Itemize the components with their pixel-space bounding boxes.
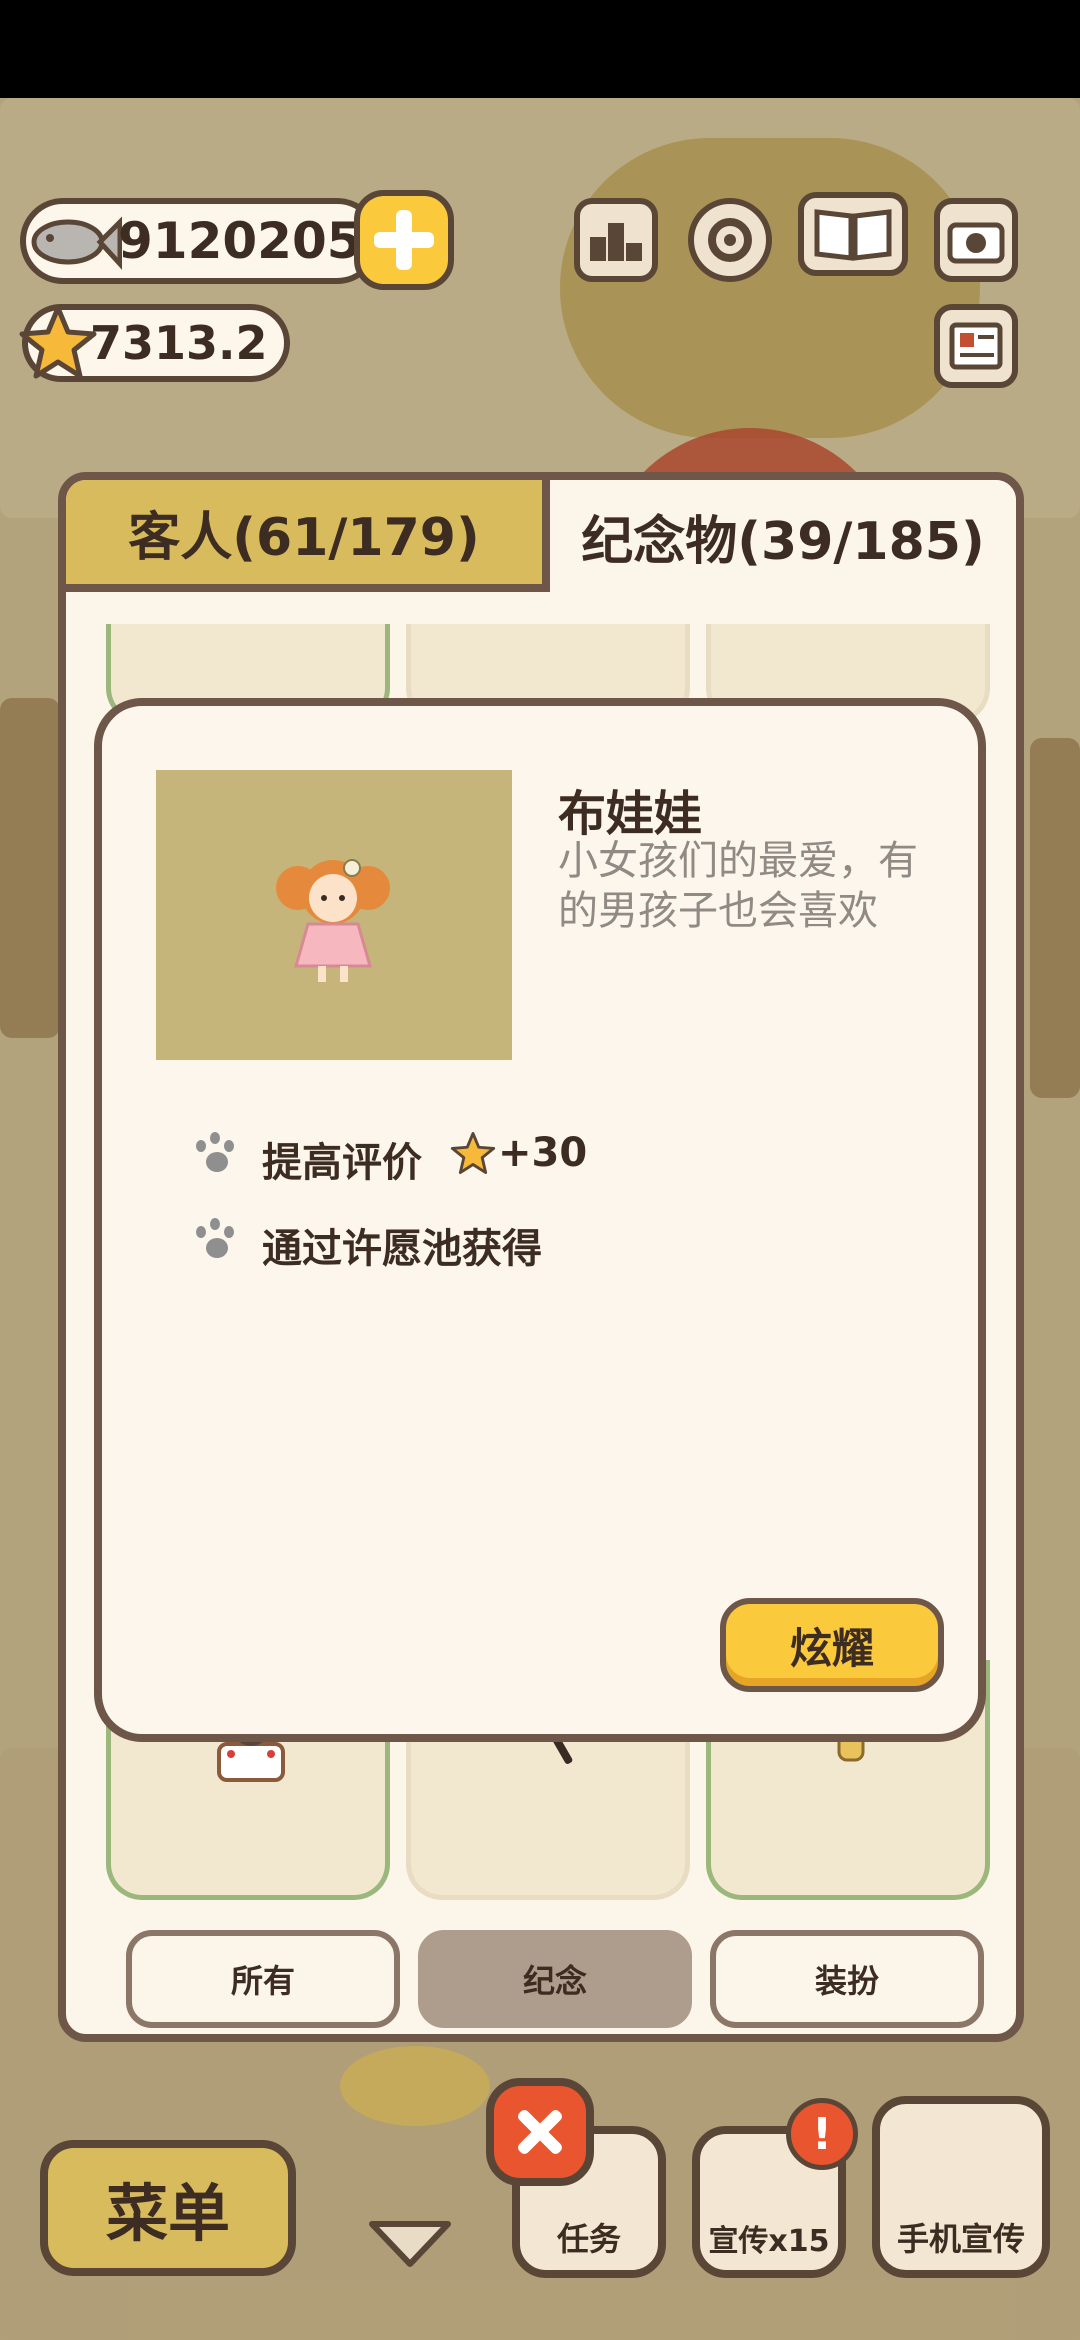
phone-promote-button[interactable]: 手机宣传 bbox=[872, 2096, 1050, 2278]
effect-value: +30 bbox=[498, 1130, 588, 1176]
show-off-label: 炫耀 bbox=[789, 1623, 874, 1673]
item-name: 布娃娃 bbox=[558, 786, 703, 842]
star-rating-display: 7313.2 bbox=[19, 304, 290, 382]
plus-icon bbox=[374, 210, 434, 270]
chevron-down-icon[interactable] bbox=[364, 2214, 456, 2274]
filter-all-label: 所有 bbox=[230, 1962, 295, 2000]
tab-souvenirs-label: 纪念物(39/185) bbox=[581, 511, 985, 572]
filter-outfit-label: 装扮 bbox=[814, 1962, 879, 2000]
gear-icon[interactable] bbox=[688, 198, 772, 282]
item-description: 小女孩们的最爱，有的男孩子也会喜欢 bbox=[558, 838, 918, 934]
fish-currency-display: 9120205 bbox=[20, 198, 380, 284]
tab-guests-label: 客人(61/179) bbox=[128, 507, 480, 568]
promote-label: 宣传x15 bbox=[708, 2224, 830, 2259]
item-image-frame bbox=[156, 770, 512, 1060]
leaderboard-icon[interactable] bbox=[574, 198, 658, 282]
task-label: 任务 bbox=[556, 2220, 621, 2258]
add-fish-button[interactable] bbox=[354, 190, 454, 290]
fish-count: 9120205 bbox=[118, 212, 362, 270]
alert-badge-icon: ! bbox=[786, 2098, 858, 2170]
newspaper-icon[interactable] bbox=[934, 304, 1018, 388]
fish-icon bbox=[31, 216, 122, 270]
menu-label: 菜单 bbox=[105, 2177, 230, 2250]
book-icon[interactable] bbox=[798, 192, 908, 276]
effect-label: 提高评价 bbox=[262, 1140, 422, 1186]
star-icon bbox=[19, 305, 97, 379]
filter-souvenir-label: 纪念 bbox=[522, 1962, 587, 2000]
filter-all-button[interactable]: 所有 bbox=[126, 1930, 400, 2028]
filter-outfit-button[interactable]: 装扮 bbox=[710, 1930, 984, 2028]
rag-doll-icon bbox=[276, 859, 390, 982]
phone-promote-label: 手机宣传 bbox=[896, 2220, 1025, 2258]
item-detail-card: 布娃娃 小女孩们的最爱，有的男孩子也会喜欢 提高评价 +30 通过许愿池获得 炫… bbox=[94, 698, 986, 1742]
star-icon bbox=[450, 1132, 496, 1174]
paw-bullet-icon bbox=[192, 1216, 240, 1264]
show-off-button[interactable]: 炫耀 bbox=[720, 1598, 944, 1692]
paw-bullet-icon bbox=[192, 1130, 240, 1178]
menu-button[interactable]: 菜单 bbox=[40, 2140, 296, 2276]
close-icon bbox=[518, 2110, 562, 2154]
camera-icon[interactable] bbox=[934, 198, 1018, 282]
tab-guests[interactable]: 客人(61/179) bbox=[66, 480, 550, 592]
tab-souvenirs[interactable]: 纪念物(39/185) bbox=[550, 480, 1016, 592]
star-rating: 7313.2 bbox=[90, 316, 268, 370]
item-source: 通过许愿池获得 bbox=[262, 1226, 542, 1272]
filter-souvenir-button[interactable]: 纪念 bbox=[418, 1930, 692, 2028]
close-button[interactable] bbox=[486, 2078, 594, 2186]
